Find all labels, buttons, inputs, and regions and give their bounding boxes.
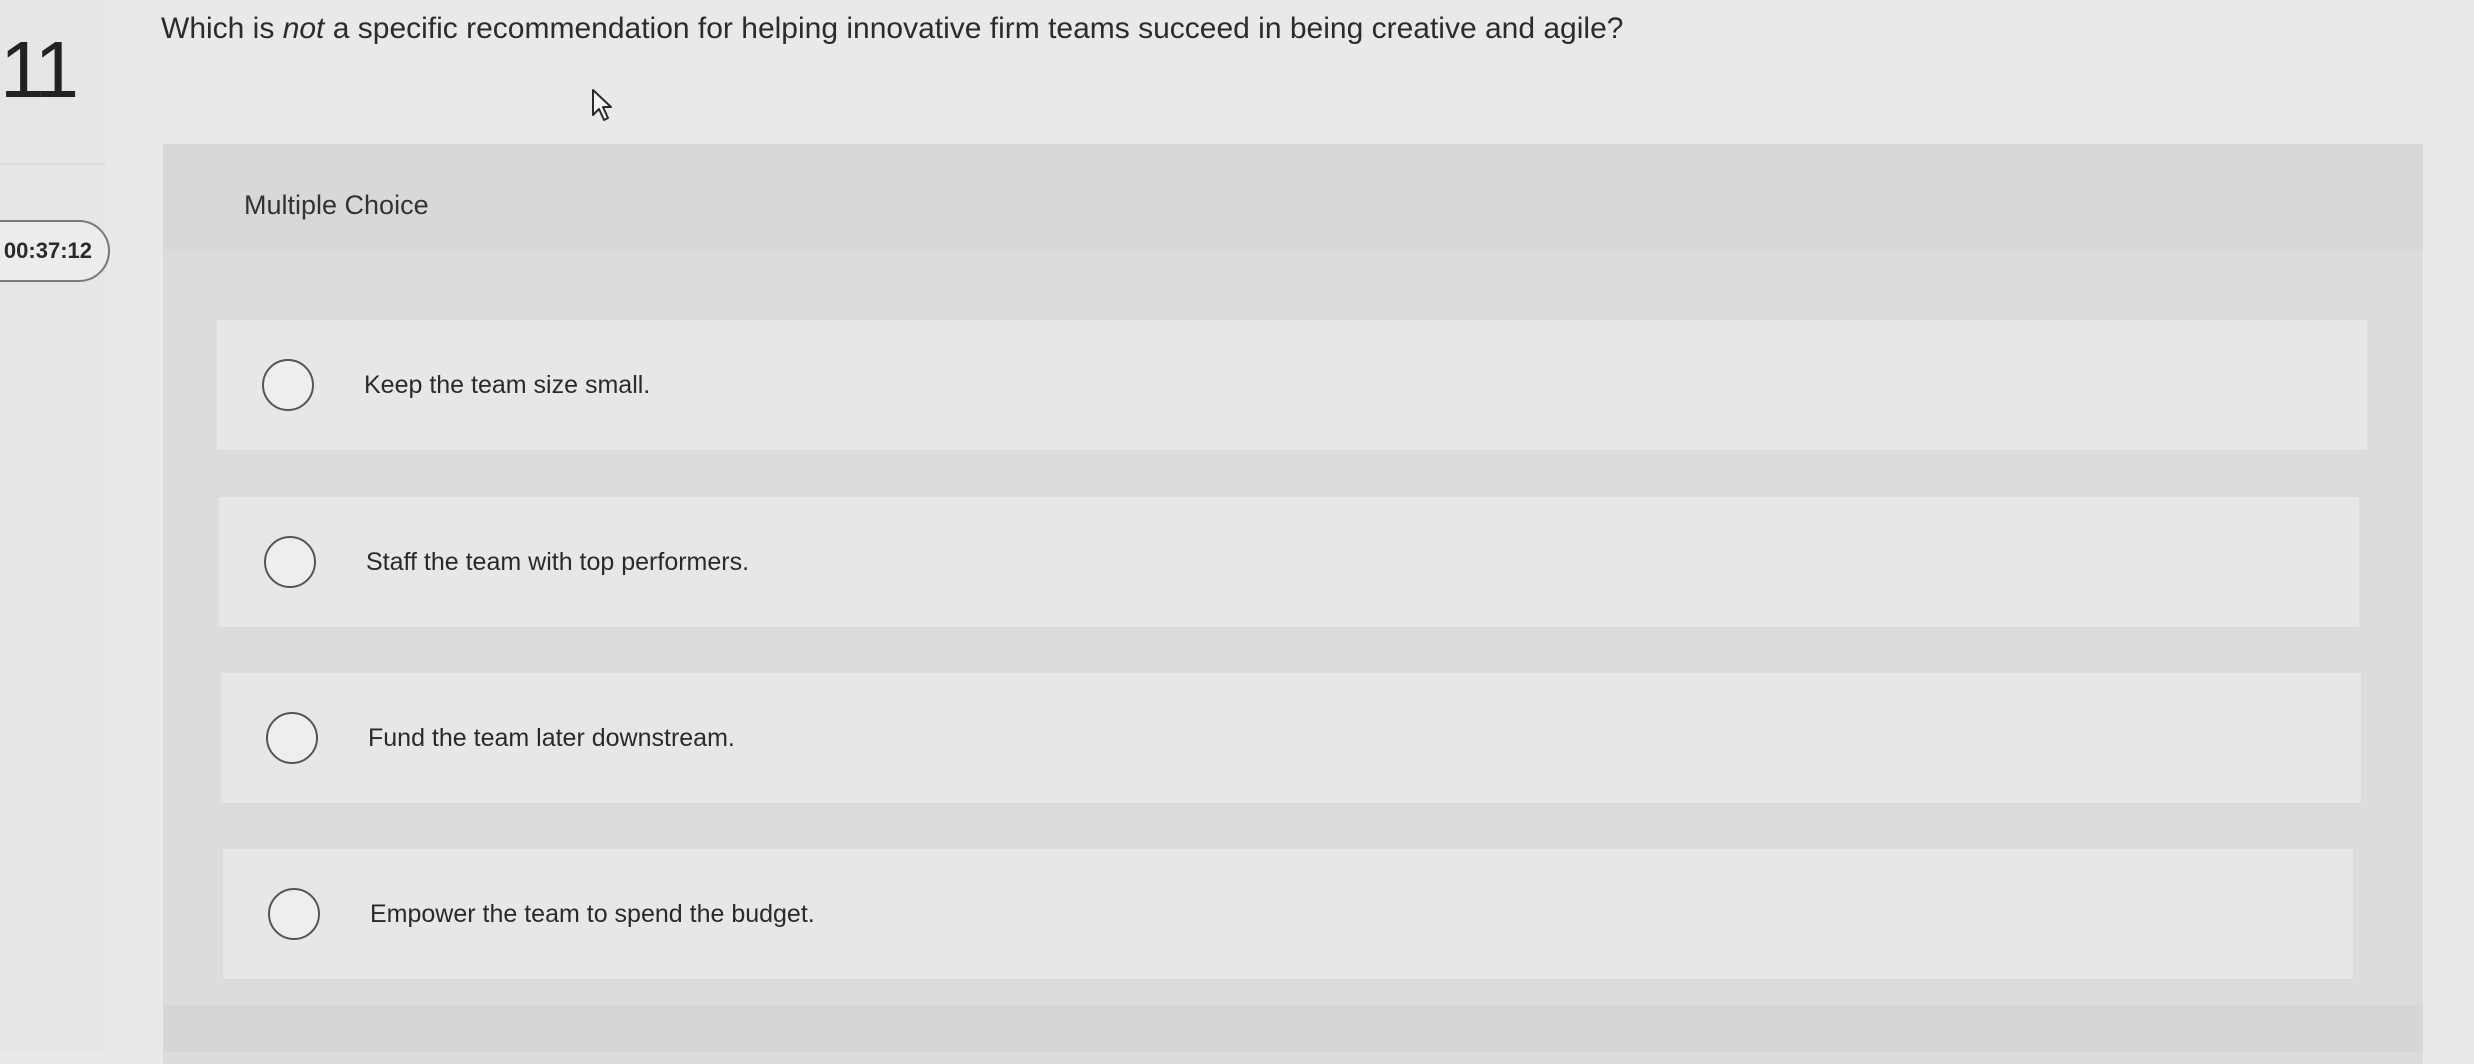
prompt-text-end: a specific recommendation for helping in…	[324, 12, 1624, 45]
answer-option-2[interactable]: Staff the team with top performers.	[219, 497, 2359, 627]
prompt-emphasis: not	[282, 12, 325, 45]
panel-footer	[163, 1005, 2423, 1052]
divider	[0, 163, 105, 165]
prompt-text-start: Which is	[161, 12, 283, 45]
radio-unchecked-icon[interactable]	[266, 712, 318, 764]
question-rail: 11	[0, 0, 105, 1052]
question-prompt: Which is not a specific recommendation f…	[161, 12, 1623, 46]
answer-option-label[interactable]: Keep the team size small.	[364, 371, 650, 400]
answer-option-3[interactable]: Fund the team later downstream.	[221, 673, 2361, 803]
panel-header: Multiple Choice	[163, 144, 2423, 250]
answer-option-label[interactable]: Fund the team later downstream.	[368, 724, 735, 753]
radio-unchecked-icon[interactable]	[264, 536, 316, 588]
answer-option-4[interactable]: Empower the team to spend the budget.	[223, 849, 2353, 979]
timer-value: 00:37:12	[3, 238, 92, 263]
answer-option-label[interactable]: Empower the team to spend the budget.	[370, 900, 815, 929]
answer-option-label[interactable]: Staff the team with top performers.	[366, 548, 749, 577]
mouse-pointer-icon	[592, 89, 612, 121]
question-number: 11	[0, 25, 79, 114]
timer-badge: 00:37:12	[0, 220, 110, 282]
answer-option-1[interactable]: Keep the team size small.	[217, 320, 2367, 450]
radio-unchecked-icon[interactable]	[262, 359, 314, 411]
radio-unchecked-icon[interactable]	[268, 888, 320, 940]
question-type-label: Multiple Choice	[244, 190, 429, 220]
